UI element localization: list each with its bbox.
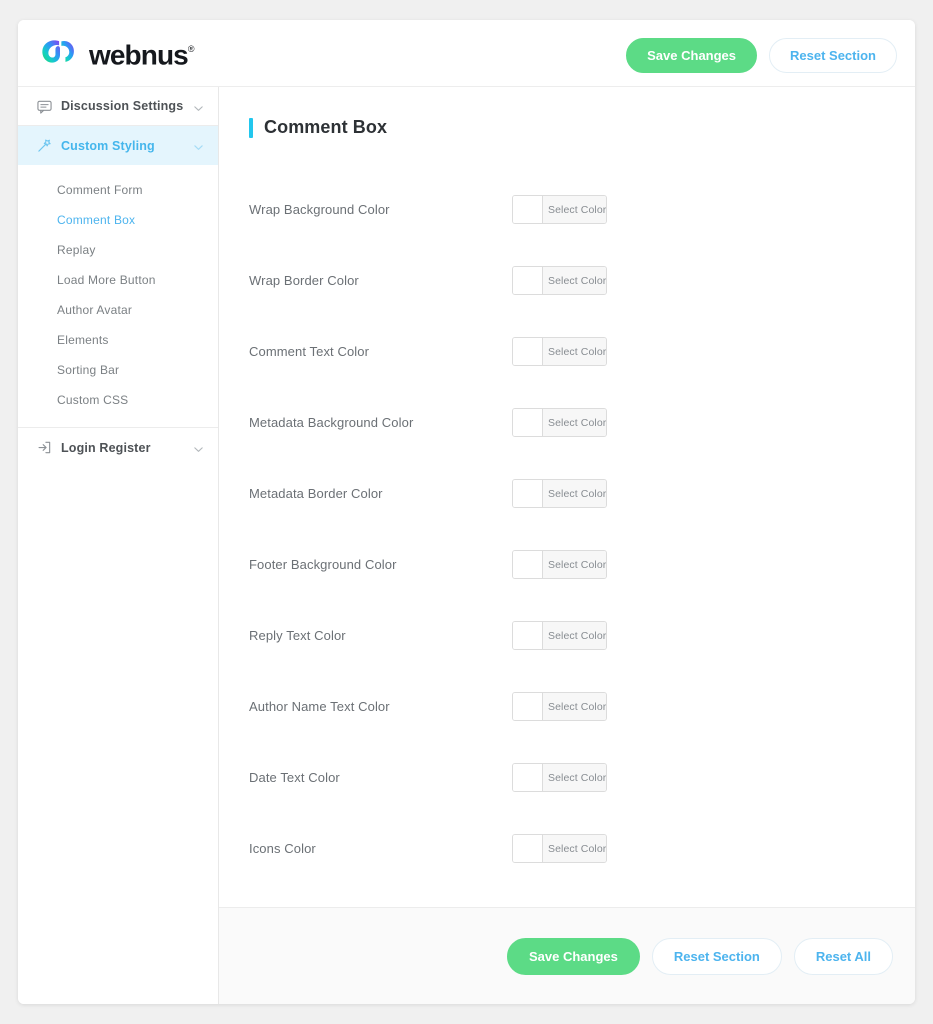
sidebar-subitem-comment-form[interactable]: Comment Form <box>18 175 218 205</box>
sidebar-item-custom-styling[interactable]: Custom Styling <box>18 126 218 165</box>
select-color-button[interactable]: Select Color <box>543 480 606 507</box>
field-row-comment-text-color: Comment Text Color Select Color <box>219 316 915 387</box>
field-label: Date Text Color <box>249 770 340 785</box>
field-row-metadata-border-color: Metadata Border Color Select Color <box>219 458 915 529</box>
field-label: Icons Color <box>249 841 316 856</box>
active-pointer-icon <box>218 214 226 226</box>
color-picker-comment-text-color[interactable]: Select Color <box>512 337 607 366</box>
select-color-button[interactable]: Select Color <box>543 338 606 365</box>
field-label: Wrap Background Color <box>249 202 390 217</box>
color-picker-icons-color[interactable]: Select Color <box>512 834 607 863</box>
panel-footer: Save Changes Reset Section Reset All <box>219 908 915 1004</box>
select-color-button[interactable]: Select Color <box>543 409 606 436</box>
sidebar-sublist-custom-styling: Comment Form Comment Box Replay Load Mor… <box>18 165 226 428</box>
sidebar-subitem-author-avatar[interactable]: Author Avatar <box>18 295 218 325</box>
select-color-button[interactable]: Select Color <box>543 196 606 223</box>
color-picker-wrap-border-color[interactable]: Select Color <box>512 266 607 295</box>
brand-logo: webnus® <box>40 36 194 70</box>
color-swatch[interactable] <box>513 338 543 365</box>
field-label: Metadata Background Color <box>249 415 414 430</box>
field-row-metadata-background-color: Metadata Background Color Select Color <box>219 387 915 458</box>
page-title: Comment Box <box>219 117 915 138</box>
sidebar-subitem-custom-css[interactable]: Custom CSS <box>18 385 218 415</box>
chevron-down-icon[interactable] <box>193 442 204 453</box>
color-picker-author-name-text-color[interactable]: Select Color <box>512 692 607 721</box>
sidebar-subitem-comment-box[interactable]: Comment Box <box>18 205 226 235</box>
color-swatch[interactable] <box>513 480 543 507</box>
select-color-button[interactable]: Select Color <box>543 551 606 578</box>
color-swatch[interactable] <box>513 622 543 649</box>
sidebar-item-label: Custom Styling <box>61 138 155 153</box>
header-save-changes-button[interactable]: Save Changes <box>626 38 758 73</box>
field-row-wrap-background-color: Wrap Background Color Select Color <box>219 174 915 245</box>
color-picker-reply-text-color[interactable]: Select Color <box>512 621 607 650</box>
magic-wand-icon <box>36 138 52 154</box>
select-color-button[interactable]: Select Color <box>543 267 606 294</box>
comment-icon <box>36 98 52 114</box>
footer-reset-section-button[interactable]: Reset Section <box>651 937 782 975</box>
color-picker-footer-background-color[interactable]: Select Color <box>512 550 607 579</box>
color-picker-metadata-background-color[interactable]: Select Color <box>512 408 607 437</box>
settings-panel: Comment Box Wrap Background Color Select… <box>219 87 915 908</box>
field-row-footer-background-color: Footer Background Color Select Color <box>219 529 915 600</box>
app-window: webnus® Save Changes Reset Section Discu… <box>18 20 915 1004</box>
field-row-date-text-color: Date Text Color Select Color <box>219 742 915 813</box>
color-swatch[interactable] <box>513 835 543 862</box>
field-row-reply-text-color: Reply Text Color Select Color <box>219 600 915 671</box>
color-swatch[interactable] <box>513 267 543 294</box>
brand-name-text: webnus <box>89 39 189 71</box>
sidebar-item-label: Discussion Settings <box>61 99 184 113</box>
color-swatch[interactable] <box>513 196 543 223</box>
footer-save-changes-button[interactable]: Save Changes <box>506 937 640 975</box>
color-swatch[interactable] <box>513 693 543 720</box>
sidebar-subitem-label: Comment Box <box>57 213 136 227</box>
color-picker-metadata-border-color[interactable]: Select Color <box>512 479 607 508</box>
page-title-text: Comment Box <box>264 117 388 137</box>
footer-reset-all-button[interactable]: Reset All <box>793 937 893 975</box>
app-header: webnus® Save Changes Reset Section <box>18 20 915 87</box>
field-label: Comment Text Color <box>249 344 370 359</box>
content-column: Comment Box Wrap Background Color Select… <box>219 87 915 1004</box>
brand-name: webnus® <box>89 36 194 70</box>
sidebar-subitem-sorting-bar[interactable]: Sorting Bar <box>18 355 218 385</box>
field-label: Wrap Border Color <box>249 273 359 288</box>
header-reset-section-button[interactable]: Reset Section <box>769 38 897 73</box>
sidebar-item-login-register[interactable]: Login Register <box>18 428 218 467</box>
chevron-down-icon[interactable] <box>193 101 204 112</box>
select-color-button[interactable]: Select Color <box>543 622 606 649</box>
field-row-author-name-text-color: Author Name Text Color Select Color <box>219 671 915 742</box>
login-icon <box>36 440 52 456</box>
sidebar: Discussion Settings Custom Styling Comme… <box>18 87 226 1004</box>
select-color-button[interactable]: Select Color <box>543 835 606 862</box>
color-swatch[interactable] <box>513 764 543 791</box>
color-picker-wrap-background-color[interactable]: Select Color <box>512 195 607 224</box>
field-label: Reply Text Color <box>249 628 346 643</box>
chevron-down-icon[interactable] <box>193 140 204 151</box>
field-label: Author Name Text Color <box>249 699 390 714</box>
header-actions: Save Changes Reset Section <box>626 38 897 73</box>
app-body: Discussion Settings Custom Styling Comme… <box>18 87 915 1004</box>
color-swatch[interactable] <box>513 551 543 578</box>
select-color-button[interactable]: Select Color <box>543 764 606 791</box>
sidebar-subitem-replay[interactable]: Replay <box>18 235 218 265</box>
field-row-icons-color: Icons Color Select Color <box>219 813 915 884</box>
brand-trademark: ® <box>187 44 195 54</box>
sidebar-item-label: Login Register <box>61 440 151 455</box>
select-color-button[interactable]: Select Color <box>543 693 606 720</box>
color-picker-date-text-color[interactable]: Select Color <box>512 763 607 792</box>
sidebar-item-discussion-settings[interactable]: Discussion Settings <box>18 87 218 126</box>
sidebar-subitem-load-more-button[interactable]: Load More Button <box>18 265 218 295</box>
webnus-logo-mark-icon <box>40 38 80 68</box>
color-swatch[interactable] <box>513 409 543 436</box>
field-label: Footer Background Color <box>249 557 397 572</box>
title-accent-bar <box>249 117 253 138</box>
sidebar-subitem-elements[interactable]: Elements <box>18 325 218 355</box>
field-row-wrap-border-color: Wrap Border Color Select Color <box>219 245 915 316</box>
field-label: Metadata Border Color <box>249 486 383 501</box>
